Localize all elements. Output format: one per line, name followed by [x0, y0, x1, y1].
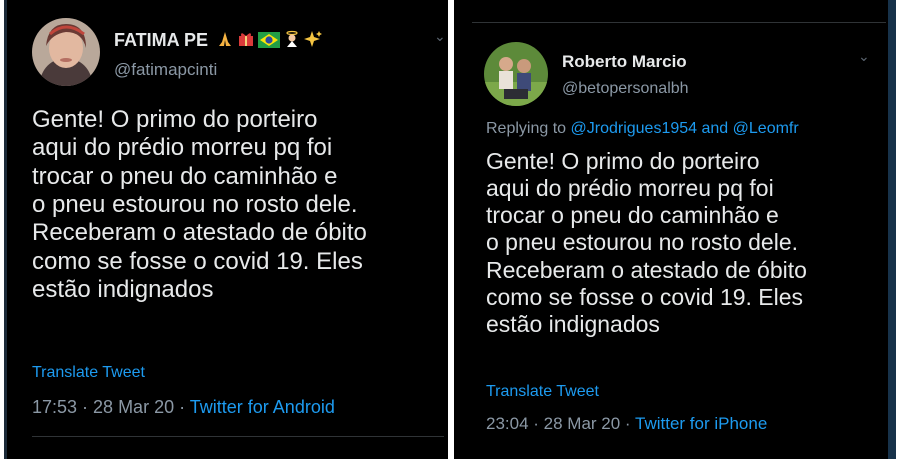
chevron-down-icon[interactable]: ⌄ [434, 28, 446, 45]
panel-edge [4, 0, 7, 459]
reply-mention-2[interactable]: @Leomfr [733, 120, 799, 137]
avatar[interactable] [484, 42, 548, 106]
translate-tweet-link[interactable]: Translate Tweet [486, 383, 599, 401]
top-divider [472, 22, 886, 23]
translate-tweet-link[interactable]: Translate Tweet [32, 364, 145, 382]
divider [32, 436, 444, 437]
tweet-text: Gente! O primo do porteiro aqui do prédi… [32, 106, 367, 303]
angel-emoji-icon [283, 30, 301, 53]
avatar[interactable] [32, 18, 100, 86]
tweet-meta: 17:53 · 28 Mar 20 · Twitter for Android [32, 397, 335, 418]
tweet-card-left: FATIMA PE @fatimapcinti ⌄ Gente! O primo… [4, 0, 448, 459]
reply-and-text: and [701, 120, 729, 137]
author-name[interactable]: Roberto Marcio [562, 52, 687, 72]
tweet-source-link[interactable]: Twitter for Android [190, 397, 335, 417]
reply-mention-1[interactable]: @Jrodrigues1954 [571, 120, 698, 137]
tweet-source-link[interactable]: Twitter for iPhone [635, 414, 767, 433]
brazil-flag-emoji-icon [258, 32, 281, 53]
sparkles-emoji-icon [304, 30, 323, 53]
tweet-card-right: Roberto Marcio @betopersonalbh ⌄ Replyin… [454, 0, 896, 459]
pray-emoji-icon [216, 30, 234, 53]
author-name[interactable]: FATIMA PE [114, 30, 323, 53]
tweet-timestamp[interactable]: 23:04 · 28 Mar 20 · [486, 414, 631, 433]
panel-edge [888, 0, 896, 459]
tweet-timestamp[interactable]: 17:53 · 28 Mar 20 · [32, 397, 185, 417]
tweet-text: Gente! O primo do porteiro aqui do prédi… [486, 148, 807, 337]
author-handle[interactable]: @betopersonalbh [562, 80, 689, 98]
tweet-meta: 23:04 · 28 Mar 20 · Twitter for iPhone [486, 414, 767, 434]
gift-emoji-icon [237, 30, 255, 53]
author-name-text: FATIMA PE [114, 30, 208, 50]
chevron-down-icon[interactable]: ⌄ [858, 48, 870, 65]
author-handle[interactable]: @fatimapcinti [114, 60, 217, 80]
replying-to-label: Replying to [486, 120, 567, 137]
replying-to-line: Replying to @Jrodrigues1954 and @Leomfr [486, 120, 799, 138]
